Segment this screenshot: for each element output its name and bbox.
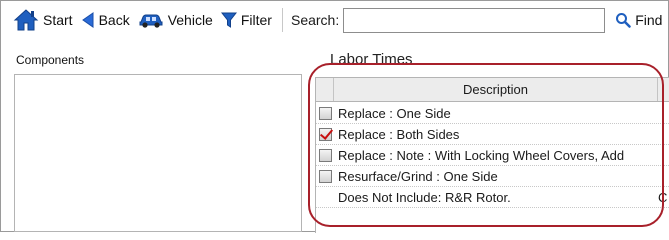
row-description: Resurface/Grind : One Side (338, 168, 498, 184)
table-row[interactable]: Replace : One Side (316, 103, 669, 124)
row-checkbox[interactable] (318, 148, 332, 162)
table-row[interactable]: Does Not Include: R&R Rotor. C (316, 187, 669, 208)
row-description: Replace : Note : With Locking Wheel Cove… (338, 147, 625, 163)
components-list[interactable] (14, 74, 302, 232)
row-extra: C (658, 189, 668, 205)
row-description: Does Not Include: R&R Rotor. (338, 189, 511, 205)
labor-times-title: Labor Times (330, 51, 413, 68)
back-arrow-icon (81, 12, 94, 28)
table-row[interactable]: Replace : Note : With Locking Wheel Cove… (316, 145, 669, 166)
toolbar-divider (281, 8, 283, 32)
back-button[interactable]: Back (77, 5, 134, 35)
car-icon (139, 14, 163, 28)
find-button[interactable]: Find (611, 5, 666, 35)
start-label: Start (43, 12, 73, 28)
filter-funnel-icon (220, 12, 237, 28)
app-window: Start Back Vehicle Filter Search: Find C… (0, 0, 669, 233)
row-checkbox[interactable] (318, 106, 332, 120)
column-header-extra (658, 78, 669, 101)
labor-times-grid: Description Replace : One Side Replace :… (315, 77, 669, 233)
row-description: Replace : One Side (338, 105, 451, 121)
back-label: Back (98, 12, 130, 28)
row-description: Replace : Both Sides (338, 126, 460, 142)
grid-header: Description (316, 78, 669, 102)
table-row[interactable]: Resurface/Grind : One Side (316, 166, 669, 187)
magnifier-icon (616, 13, 631, 28)
filter-label: Filter (240, 12, 272, 28)
vehicle-label: Vehicle (167, 12, 213, 28)
search-label: Search: (290, 12, 340, 28)
header-checkbox-column (316, 78, 334, 101)
search-input[interactable] (343, 7, 606, 33)
row-checkbox[interactable] (318, 127, 332, 141)
components-title: Components (16, 53, 85, 67)
toolbar: Start Back Vehicle Filter Search: Find (1, 1, 668, 39)
find-label: Find (635, 12, 663, 28)
row-checkbox[interactable] (318, 169, 332, 183)
vehicle-button[interactable]: Vehicle (134, 5, 217, 35)
filter-button[interactable]: Filter (217, 5, 276, 35)
column-header-description[interactable]: Description (334, 78, 658, 101)
start-button[interactable]: Start (9, 5, 77, 35)
table-row[interactable]: Replace : Both Sides (316, 124, 669, 145)
home-icon (13, 9, 39, 31)
